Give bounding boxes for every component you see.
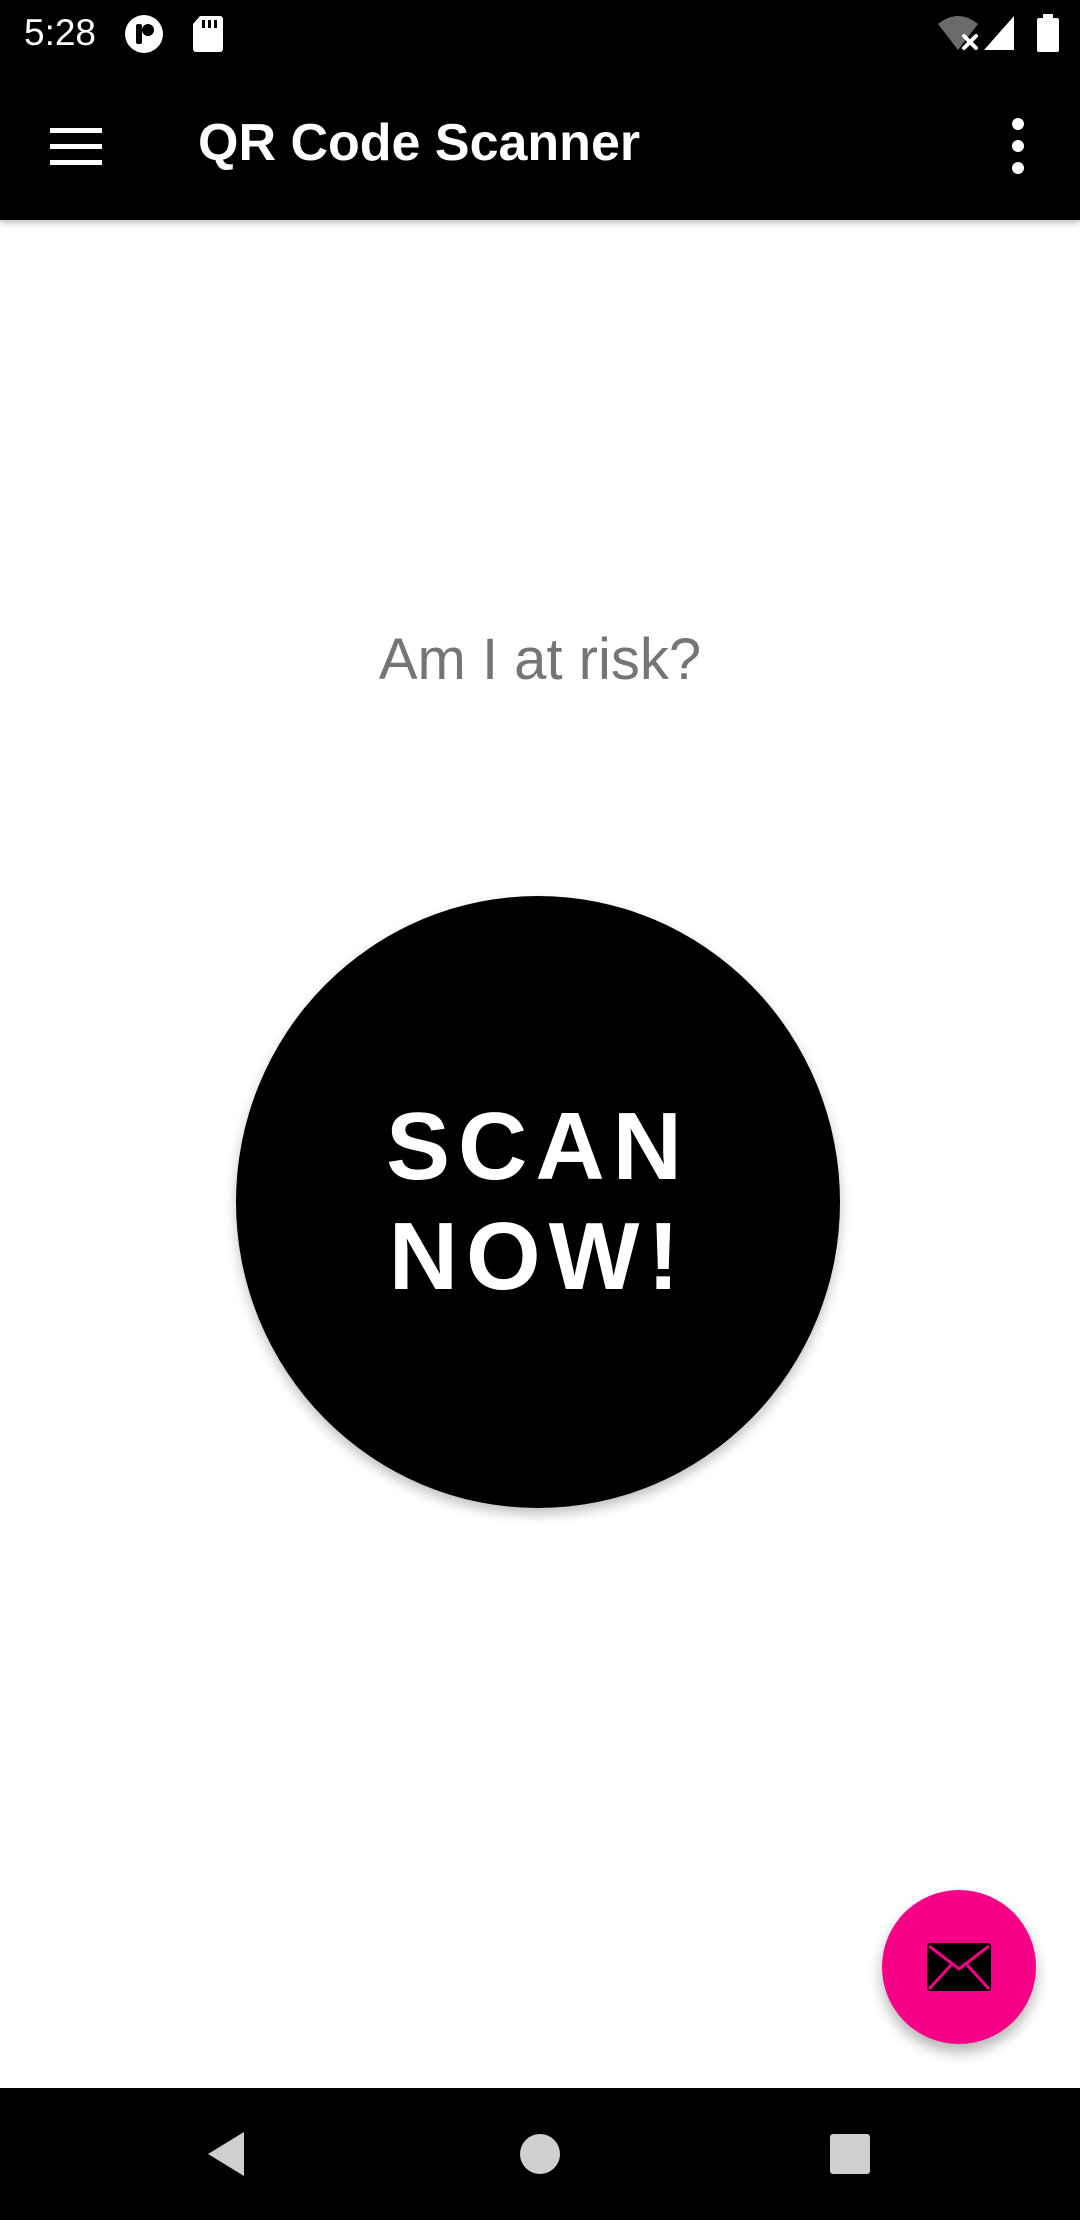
nav-back-button[interactable] — [186, 2118, 266, 2190]
launcher-app-icon — [124, 14, 164, 54]
email-fab-button[interactable] — [882, 1890, 1036, 2044]
risk-question-text: Am I at risk? — [378, 627, 702, 692]
more-vert-icon — [1012, 118, 1024, 174]
back-icon — [208, 2132, 244, 2176]
scan-now-button[interactable]: SCAN NOW! — [236, 896, 840, 1508]
scan-now-label: SCAN NOW! — [385, 1093, 690, 1310]
home-icon — [520, 2134, 560, 2174]
system-navigation-bar — [0, 2088, 1080, 2220]
status-time: 5:28 — [24, 12, 97, 53]
status-bar: 5:28 — [0, 0, 1080, 66]
overflow-menu-button[interactable] — [990, 104, 1046, 200]
app-screen: 5:28 QR Code Scanner Am I at risk? SCAN … — [0, 0, 1080, 2220]
battery-icon — [1036, 14, 1060, 52]
navigation-menu-button[interactable] — [30, 104, 126, 200]
mail-icon — [927, 1943, 991, 1991]
recents-icon — [830, 2134, 870, 2174]
wifi-off-icon — [936, 14, 980, 52]
nav-home-button[interactable] — [500, 2118, 580, 2190]
sd-card-icon — [192, 14, 232, 54]
signal-icon — [982, 14, 1016, 52]
app-title: QR Code Scanner — [198, 114, 641, 172]
nav-recents-button[interactable] — [810, 2118, 890, 2190]
app-bar: QR Code Scanner — [0, 66, 1080, 220]
hamburger-menu-icon — [50, 128, 102, 165]
